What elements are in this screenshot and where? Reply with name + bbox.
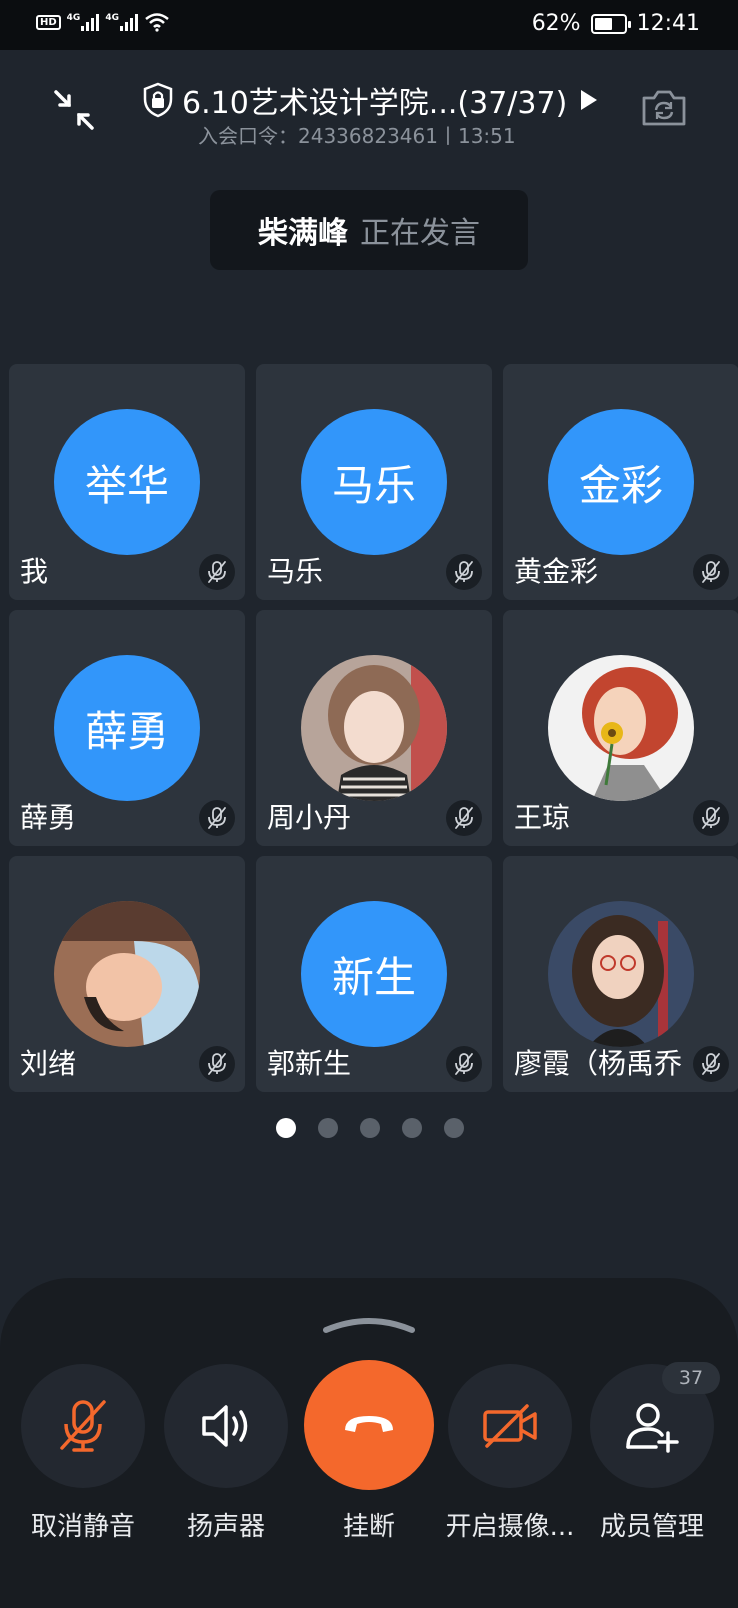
page-indicator [276,1118,464,1138]
control-panel: 取消静音 扬声器 挂断 开启摄像... 成员管理 [0,1278,738,1608]
participant-tile[interactable]: 举华我 [9,364,245,600]
participant-name: 廖霞（杨禹乔 [514,1047,683,1080]
play-arrow-icon [581,90,598,110]
avatar-photo [301,655,447,801]
speaker-icon [202,1405,248,1447]
page-dot[interactable] [360,1118,380,1138]
participant-name: 薛勇 [20,801,77,834]
participant-avatar [54,901,200,1047]
active-speaker-name: 柴满峰 [258,216,348,251]
mic-muted-indicator [693,1046,729,1082]
avatar-cartoon [548,655,694,801]
status-bar: HD 4G 4G 62% 12:41 [0,0,738,50]
active-speaker-status: 正在发言 [360,216,480,251]
participant-avatar [548,655,694,801]
mic-muted-indicator [199,554,235,590]
hang-up-button[interactable] [304,1360,434,1490]
status-left: HD 4G 4G [36,12,170,32]
participant-name: 我 [20,555,49,588]
hd-icon: HD [36,14,61,30]
member-count-badge: 37 [662,1362,720,1394]
participant-tile[interactable]: 廖霞（杨禹乔 [503,856,738,1092]
member-management-label: 成员管理 [599,1512,704,1542]
start-camera-label: 开启摄像... [445,1512,575,1542]
speaker-label: 扬声器 [186,1512,265,1542]
hang-up-phone-icon [345,1416,393,1432]
page-dot[interactable] [276,1118,296,1138]
4g-signal-icon: 4G [67,13,100,31]
participant-avatar [301,655,447,801]
clock: 12:41 [636,11,700,36]
participant-avatar: 举华 [54,409,200,555]
participant-tile[interactable]: 金彩 黄金彩 [503,364,738,600]
start-camera-button[interactable] [448,1364,572,1488]
active-speaker-indicator: 柴满峰 正在发言 [210,190,528,270]
network-type-label: 4G [105,13,119,23]
muted-mic-icon [208,807,226,829]
4g-signal-icon: 4G [105,13,138,31]
minimize-icon[interactable] [52,88,96,132]
muted-mic-icon [455,1053,473,1075]
page-dot[interactable] [318,1118,338,1138]
participant-tile[interactable]: 刘绪 [9,856,245,1092]
participant-name: 周小丹 [267,801,352,834]
meeting-code-and-duration: 入会口令：24336823461丨13:51 [198,124,516,148]
page-dot[interactable] [444,1118,464,1138]
participant-avatar [548,901,694,1047]
muted-mic-icon [702,561,720,583]
muted-mic-icon [455,561,473,583]
participant-tile[interactable]: 王琼 [503,610,738,846]
muted-mic-icon [702,1053,720,1075]
mic-muted-indicator [199,800,235,836]
mic-muted-indicator [446,800,482,836]
participant-tile[interactable]: 周小丹 [256,610,492,846]
unmute-label: 取消静音 [30,1512,135,1542]
participant-avatar: 薛勇 [54,655,200,801]
mic-muted-indicator [199,1046,235,1082]
mic-muted-indicator [446,1046,482,1082]
mic-muted-indicator [446,554,482,590]
meeting-header: 6.10艺术设计学院...(37/37) 入会口令：24336823461丨13… [0,50,738,160]
participant-name: 马乐 [267,555,324,588]
participant-tile[interactable]: 薛勇 薛勇 [9,610,245,846]
participant-name: 王琼 [514,801,571,834]
muted-mic-icon [60,1400,106,1452]
muted-mic-icon [702,807,720,829]
hang-up-label: 挂断 [342,1512,395,1542]
muted-mic-icon [455,807,473,829]
mic-muted-indicator [693,554,729,590]
status-right: 62% 12:41 [532,11,700,36]
unmute-button[interactable] [21,1364,145,1488]
wifi-icon [145,13,169,32]
add-member-icon [626,1403,679,1453]
lock-shield-icon [143,82,173,118]
speaker-button[interactable] [164,1364,288,1488]
meeting-title: 6.10艺术设计学院...(37/37) [182,86,568,121]
avatar-photo [54,901,200,1047]
muted-mic-icon [208,1053,226,1075]
network-type-label: 4G [66,13,81,23]
participant-name: 刘绪 [20,1047,77,1080]
switch-camera-icon[interactable] [640,88,688,128]
participant-avatar: 新生 [301,901,447,1047]
participant-tile[interactable]: 马乐 马乐 [256,364,492,600]
avatar-photo [548,901,694,1047]
page-dot[interactable] [402,1118,422,1138]
participant-name: 郭新生 [267,1047,352,1080]
mic-muted-indicator [693,800,729,836]
battery-icon [590,13,631,34]
participant-tile[interactable]: 新生 郭新生 [256,856,492,1092]
camera-off-icon [483,1404,537,1448]
participant-avatar: 金彩 [548,409,694,555]
meeting-title-row[interactable]: 6.10艺术设计学院...(37/37) [142,78,598,122]
battery-percent: 62% [531,11,581,36]
participant-avatar: 马乐 [301,409,447,555]
muted-mic-icon [208,561,226,583]
participant-name: 黄金彩 [514,555,599,588]
expand-panel-handle[interactable] [322,1314,416,1334]
battery-fill [594,17,612,30]
